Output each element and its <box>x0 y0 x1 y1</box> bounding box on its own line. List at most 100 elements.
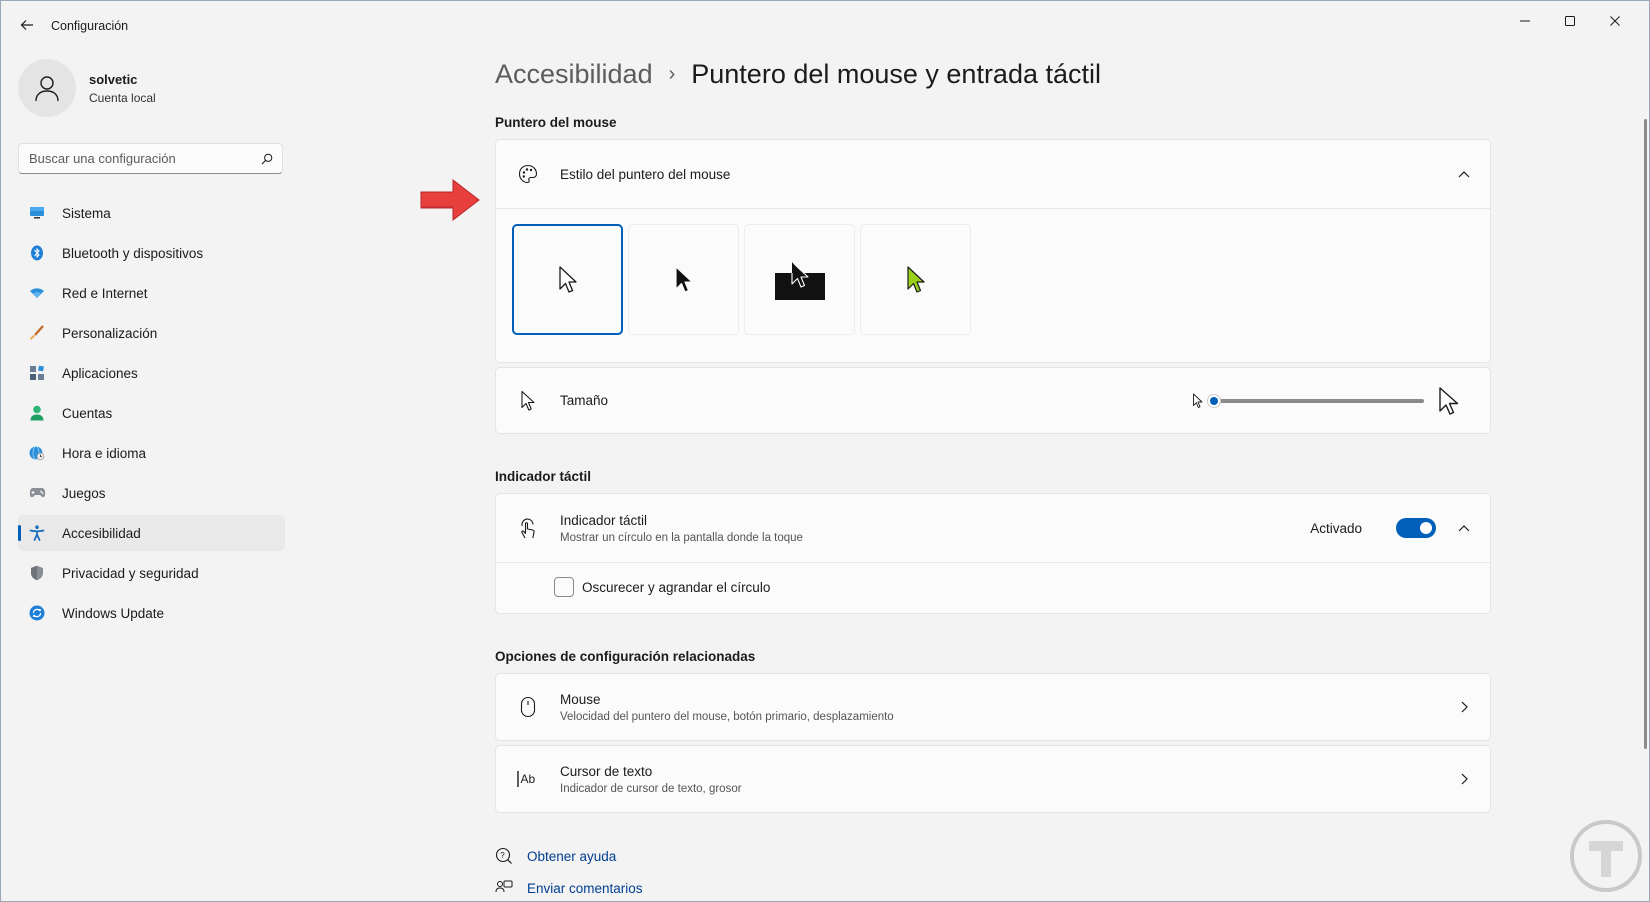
person-icon <box>28 404 46 422</box>
send-feedback-link[interactable]: Enviar comentarios <box>495 879 643 897</box>
size-slider-track[interactable] <box>1207 393 1424 408</box>
related-text-cursor-subtitle: Indicador de cursor de texto, grosor <box>560 782 742 795</box>
get-help-label: Obtener ayuda <box>527 848 617 864</box>
pointer-style-card: Estilo del puntero del mouse <box>495 139 1491 363</box>
sidebar-item-personalizacion[interactable]: Personalización <box>18 315 285 351</box>
settings-window: Configuración solvetic Cuenta local Sist <box>0 0 1650 902</box>
sidebar-item-sistema[interactable]: Sistema <box>18 195 285 231</box>
breadcrumb-parent[interactable]: Accesibilidad <box>495 59 653 90</box>
sidebar-item-cuentas[interactable]: Cuentas <box>18 395 285 431</box>
sidebar-nav: Sistema Bluetooth y dispositivos Red e I… <box>18 195 285 635</box>
related-text-cursor-card[interactable]: Ab Cursor de texto Indicador de cursor d… <box>495 745 1491 813</box>
user-avatar-icon <box>35 76 59 102</box>
touch-indicator-subtitle: Mostrar un círculo en la pantalla donde … <box>560 531 803 544</box>
avatar <box>18 59 76 117</box>
bluetooth-icon <box>28 244 46 262</box>
maximize-button[interactable] <box>1548 5 1592 37</box>
vertical-scrollbar[interactable] <box>1644 119 1647 749</box>
back-button[interactable] <box>15 13 39 37</box>
darken-circle-option[interactable]: Oscurecer y agrandar el círculo <box>496 563 1490 611</box>
monitor-icon <box>28 204 46 222</box>
related-text-cursor-row[interactable]: Ab Cursor de texto Indicador de cursor d… <box>496 746 1490 812</box>
related-mouse-card[interactable]: Mouse Velocidad del puntero del mouse, b… <box>495 673 1491 741</box>
black-pointer-icon <box>674 265 693 293</box>
chevron-up-icon[interactable] <box>1456 166 1472 182</box>
minimize-button[interactable] <box>1503 5 1547 37</box>
inverted-pointer-icon <box>774 260 825 300</box>
toggle-state-label: Activado <box>1310 520 1362 536</box>
mouse-icon <box>516 695 540 719</box>
related-mouse-row[interactable]: Mouse Velocidad del puntero del mouse, b… <box>496 674 1490 740</box>
pointer-style-white[interactable] <box>512 224 623 335</box>
chevron-right-icon[interactable] <box>1456 771 1472 787</box>
profile-account-type: Cuenta local <box>89 90 156 105</box>
svg-text:Ab: Ab <box>521 772 536 786</box>
send-feedback-label: Enviar comentarios <box>527 880 643 896</box>
wifi-icon <box>28 284 46 302</box>
breadcrumb: Accesibilidad › Puntero del mouse y entr… <box>495 59 1101 90</box>
touch-indicator-toggle[interactable] <box>1396 518 1436 538</box>
help-icon: ? <box>495 847 513 865</box>
get-help-link[interactable]: ? Obtener ayuda <box>495 847 616 865</box>
watermark-logo-icon <box>1570 820 1642 892</box>
sidebar-item-label: Personalización <box>62 325 158 341</box>
settings-search <box>18 143 283 174</box>
toggle-knob <box>1420 522 1432 534</box>
pointer-style-inverted[interactable] <box>744 224 855 335</box>
app-title: Configuración <box>51 19 129 33</box>
related-mouse-subtitle: Velocidad del puntero del mouse, botón p… <box>560 710 894 723</box>
darken-circle-checkbox[interactable] <box>554 577 574 597</box>
search-icon[interactable] <box>252 153 282 165</box>
sidebar-item-aplicaciones[interactable]: Aplicaciones <box>18 355 285 391</box>
section-title-mouse-pointer: Puntero del mouse <box>495 115 617 130</box>
pointer-style-black[interactable] <box>628 224 739 335</box>
chevron-right-icon[interactable] <box>1456 699 1472 715</box>
touch-indicator-card: Indicador táctil Mostrar un círculo en l… <box>495 493 1491 614</box>
sidebar-item-hora[interactable]: Hora e idioma <box>18 435 285 471</box>
title-bar: Configuración <box>1 1 1649 49</box>
back-arrow-icon <box>20 20 33 30</box>
sidebar-item-label: Windows Update <box>62 605 165 621</box>
sidebar-item-juegos[interactable]: Juegos <box>18 475 285 511</box>
touch-icon <box>516 516 540 540</box>
size-slider-thumb[interactable] <box>1207 393 1221 408</box>
sidebar-item-red[interactable]: Red e Internet <box>18 275 285 311</box>
sidebar-item-label: Bluetooth y dispositivos <box>62 245 204 261</box>
feedback-icon <box>495 879 513 897</box>
pointer-icon <box>516 389 540 413</box>
pointer-size-card: Tamaño <box>495 367 1491 434</box>
pointer-style-title: Estilo del puntero del mouse <box>560 166 731 182</box>
large-pointer-icon <box>1439 386 1459 415</box>
sidebar-item-privacidad[interactable]: Privacidad y seguridad <box>18 555 285 591</box>
sidebar-item-bluetooth[interactable]: Bluetooth y dispositivos <box>18 235 285 271</box>
search-input[interactable] <box>19 151 252 166</box>
custom-color-pointer-icon <box>906 265 925 293</box>
annotation-arrow-icon <box>420 178 480 222</box>
sidebar-item-label: Hora e idioma <box>62 445 147 461</box>
sidebar-item-label: Accesibilidad <box>62 525 141 541</box>
sidebar-item-label: Aplicaciones <box>62 365 138 381</box>
pointer-style-custom[interactable] <box>860 224 971 335</box>
text-cursor-icon: Ab <box>516 767 540 791</box>
section-title-related: Opciones de configuración relacionadas <box>495 649 756 664</box>
touch-toggle-area: Activado <box>1310 518 1436 538</box>
sidebar-item-windows-update[interactable]: Windows Update <box>18 595 285 631</box>
maximize-icon <box>1565 16 1575 26</box>
pointer-size-slider <box>1192 386 1460 416</box>
chevron-up-icon[interactable] <box>1456 520 1472 536</box>
sidebar-item-label: Sistema <box>62 205 111 221</box>
palette-icon <box>516 162 540 186</box>
sidebar-item-label: Red e Internet <box>62 285 148 301</box>
close-icon <box>1610 16 1620 26</box>
touch-indicator-header[interactable]: Indicador táctil Mostrar un círculo en l… <box>496 494 1490 562</box>
sidebar-item-accesibilidad[interactable]: Accesibilidad <box>18 515 285 551</box>
sidebar-item-label: Privacidad y seguridad <box>62 565 199 581</box>
related-mouse-title: Mouse <box>560 691 601 707</box>
sidebar-item-label: Juegos <box>62 485 106 501</box>
user-profile[interactable]: solvetic Cuenta local <box>18 59 156 117</box>
pointer-style-header[interactable]: Estilo del puntero del mouse <box>496 140 1490 208</box>
breadcrumb-separator: › <box>668 63 676 85</box>
close-button[interactable] <box>1593 5 1637 37</box>
minimize-icon <box>1520 20 1530 22</box>
pointer-style-options <box>496 209 1490 363</box>
